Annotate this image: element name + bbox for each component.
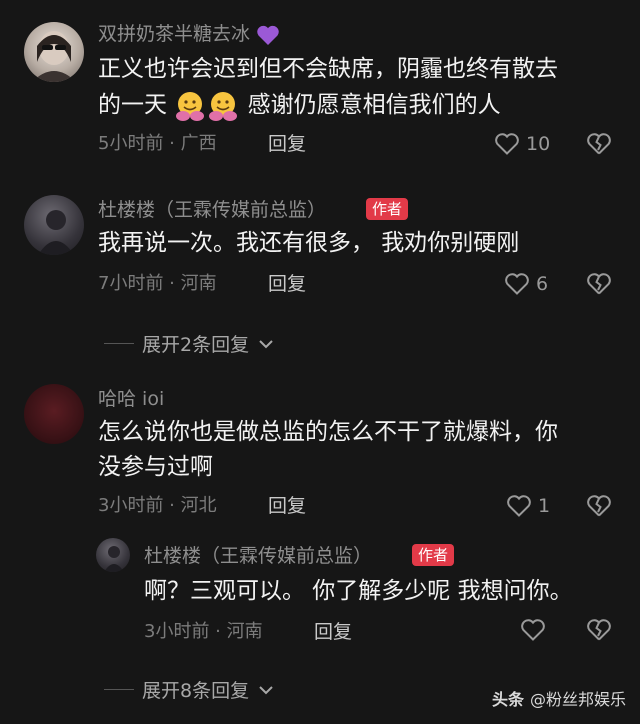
heart-outline-icon bbox=[495, 133, 519, 155]
watermark: 头条 @粉丝邦娱乐 bbox=[492, 686, 626, 710]
watermark-handle: @粉丝邦娱乐 bbox=[529, 690, 626, 709]
heart-outline-icon bbox=[505, 273, 529, 295]
author-badge: 作者 bbox=[366, 198, 409, 220]
username[interactable]: 双拼奶茶半糖去冰 bbox=[98, 22, 280, 46]
expand-replies-button[interactable]: 展开2条回复 bbox=[104, 330, 275, 357]
reply-button[interactable]: 回复 bbox=[268, 494, 306, 518]
comment-meta: 3小时前 · 河北 bbox=[98, 495, 217, 516]
broken-heart-icon[interactable] bbox=[586, 618, 612, 642]
purple-heart-icon bbox=[257, 25, 279, 45]
comment-text: 啊？三观可以。 你了解多少呢 我想问你。 bbox=[144, 578, 573, 604]
heart-outline-icon bbox=[507, 495, 531, 517]
like-count: 10 bbox=[526, 133, 551, 155]
broken-heart-icon[interactable] bbox=[586, 272, 612, 296]
username[interactable]: 哈哈 ioi bbox=[98, 387, 164, 411]
divider bbox=[104, 689, 134, 690]
broken-heart-icon[interactable] bbox=[586, 132, 612, 156]
comment-text-line2: 的一天 感谢仍愿意相信我们的人 bbox=[98, 87, 501, 124]
avatar[interactable] bbox=[96, 538, 130, 572]
like-count: 1 bbox=[538, 495, 551, 517]
avatar-portrait-icon bbox=[104, 546, 124, 572]
avatar-portrait-icon bbox=[32, 31, 76, 82]
avatar[interactable] bbox=[24, 195, 84, 255]
comment-text-line2: 没参与过啊 bbox=[98, 454, 213, 480]
broken-heart-icon[interactable] bbox=[586, 494, 612, 518]
watermark-brand: 头条 bbox=[491, 690, 524, 709]
avatar[interactable] bbox=[24, 22, 84, 82]
reply-button[interactable]: 回复 bbox=[268, 132, 306, 156]
heart-outline-icon[interactable] bbox=[520, 618, 546, 642]
like-count: 6 bbox=[536, 273, 549, 295]
comment-meta: 5小时前 · 广西 bbox=[98, 133, 217, 154]
like-button[interactable]: 10 bbox=[494, 132, 550, 156]
comment-text: 怎么说你也是做总监的怎么不干了就爆料，你 bbox=[98, 419, 558, 445]
comment-text: 正义也许会迟到但不会缺席，阴霾也终有散去 bbox=[98, 56, 558, 82]
comment-text: 我再说一次。我还有很多， 我劝你别硬刚 bbox=[98, 230, 520, 256]
expand-replies-button[interactable]: 展开8条回复 bbox=[104, 676, 275, 703]
comment-meta: 3小时前 · 河南 bbox=[144, 621, 263, 642]
reply-button[interactable]: 回复 bbox=[314, 620, 352, 644]
avatar-portrait-icon bbox=[38, 210, 74, 255]
chevron-down-icon bbox=[259, 339, 273, 348]
username[interactable]: 杜楼楼（王霖传媒前总监） bbox=[98, 198, 326, 222]
like-button[interactable]: 1 bbox=[506, 494, 550, 518]
reply-button[interactable]: 回复 bbox=[268, 272, 306, 296]
comment-meta: 7小时前 · 河南 bbox=[98, 273, 217, 294]
avatar[interactable] bbox=[24, 384, 84, 444]
like-button[interactable]: 6 bbox=[504, 272, 548, 296]
username[interactable]: 杜楼楼（王霖传媒前总监） bbox=[144, 544, 372, 568]
divider bbox=[104, 343, 134, 344]
hugging-face-emoji-icon bbox=[176, 91, 238, 121]
author-badge: 作者 bbox=[412, 544, 455, 566]
chevron-down-icon bbox=[259, 685, 273, 694]
